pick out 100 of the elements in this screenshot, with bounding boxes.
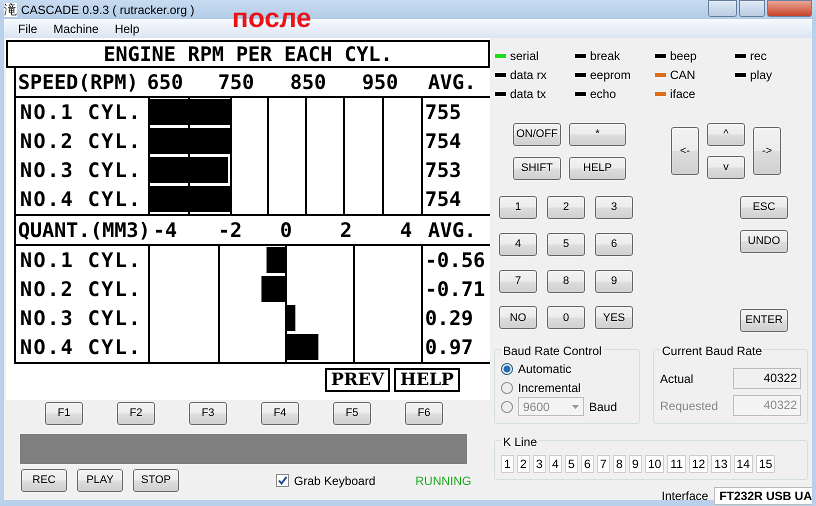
led-label: serial — [510, 48, 539, 65]
annotation-text: после — [232, 2, 312, 34]
menu-item[interactable]: File — [10, 20, 46, 38]
led-label: data tx — [510, 86, 546, 103]
key-button[interactable]: * — [569, 123, 626, 146]
radio-label: Incremental — [518, 380, 581, 396]
keypad-button[interactable]: 5 — [547, 232, 585, 256]
keypad-button[interactable]: 4 — [499, 232, 537, 256]
radio-button[interactable] — [501, 362, 513, 374]
row-label: NO.3 CYL. — [19, 157, 143, 184]
k-line-indicator: 14 — [734, 455, 753, 473]
axis-tick: 850 — [290, 69, 326, 96]
field-label: Requested — [660, 398, 718, 414]
key-button[interactable]: SHIFT — [513, 157, 561, 180]
unit-label: Baud — [589, 398, 618, 416]
arrow-key-button[interactable]: ^ — [707, 123, 745, 146]
arrow-key-button[interactable]: <- — [671, 127, 699, 175]
readout-field: 40322 — [733, 395, 801, 416]
interface-field: FT232R USB UA — [714, 487, 812, 505]
key-button[interactable]: UNDO — [740, 230, 788, 253]
k-line-indicator: 1 — [501, 455, 514, 473]
row-label: NO.1 CYL. — [19, 99, 143, 126]
k-line-indicator: 3 — [533, 455, 546, 473]
status-text: RUNNING — [415, 472, 472, 490]
keypad-button[interactable]: 8 — [547, 270, 585, 292]
window-title: CASCADE 0.9.3 ( rutracker.org ) — [21, 2, 194, 18]
function-key-button[interactable]: F1 — [45, 402, 83, 425]
menu-item[interactable]: Help — [106, 20, 148, 38]
axis-label: QUANT.(MM3) — [18, 217, 150, 244]
record-button[interactable]: REC — [21, 469, 67, 492]
grab-keyboard-checkbox[interactable] — [276, 474, 289, 487]
axis-tick: 950 — [362, 69, 398, 96]
axis-tick: 650 — [147, 69, 184, 96]
key-button[interactable]: ESC — [740, 196, 788, 219]
k-line-indicator: 10 — [645, 455, 664, 473]
keypad-button[interactable]: 1 — [499, 196, 537, 219]
k-line-indicator: 2 — [517, 455, 530, 473]
row-value: 755 — [424, 99, 462, 126]
field-label: Actual — [660, 370, 694, 388]
row-value: 0.97 — [424, 334, 474, 361]
function-key-button[interactable]: F5 — [333, 402, 371, 425]
k-line-indicator: 8 — [613, 455, 626, 473]
row-label: NO.2 CYL. — [19, 276, 143, 303]
arrow-key-button[interactable]: v — [707, 156, 745, 179]
column-header: AVG. — [428, 217, 476, 244]
close-button[interactable] — [767, 0, 812, 17]
function-key-button[interactable]: F3 — [189, 402, 227, 425]
radio-label: Automatic — [518, 360, 572, 378]
record-button[interactable]: PLAY — [77, 469, 123, 492]
arrow-key-button[interactable]: -> — [753, 127, 781, 175]
led-label: echo — [590, 86, 616, 103]
led-label: data rx — [510, 67, 547, 84]
caret-icon — [572, 404, 579, 408]
keypad-button[interactable]: 3 — [595, 196, 633, 219]
function-key-button[interactable]: F6 — [405, 402, 443, 425]
k-line-indicator: 5 — [565, 455, 578, 473]
keypad-button[interactable]: 7 — [499, 270, 537, 292]
row-label: NO.4 CYL. — [19, 186, 143, 213]
minimize-button[interactable] — [708, 0, 737, 17]
row-label: NO.2 CYL. — [19, 128, 143, 155]
key-button[interactable]: ON/OFF — [513, 123, 561, 146]
k-line-indicator: 12 — [688, 455, 708, 473]
axis-label: SPEED(RPM) — [18, 69, 138, 96]
keypad-button[interactable]: 2 — [547, 196, 585, 219]
row-label: NO.4 CYL. — [19, 334, 143, 361]
led-label: beep — [670, 48, 697, 65]
axis-tick: 2 — [340, 217, 352, 244]
axis-tick: -2 — [218, 217, 242, 244]
keypad-button[interactable]: YES — [595, 306, 633, 330]
k-line-indicator: 4 — [549, 455, 562, 473]
row-value: 754 — [424, 128, 462, 155]
row-value: 0.29 — [424, 305, 474, 332]
function-key-button[interactable]: F4 — [261, 402, 299, 425]
k-line-indicator: 7 — [597, 455, 610, 473]
axis-tick: 4 — [400, 217, 412, 244]
axis-tick: -4 — [153, 217, 178, 244]
row-value: -0.56 — [424, 247, 486, 274]
k-line-indicator: 9 — [629, 455, 642, 473]
keypad-button[interactable]: 0 — [547, 306, 585, 330]
keypad-button[interactable]: NO — [499, 306, 537, 330]
readout-field: 40322 — [733, 368, 801, 389]
display-title: ENGINE RPM PER EACH CYL. — [6, 40, 490, 68]
maximize-button[interactable] — [739, 0, 765, 17]
row-value: 754 — [424, 186, 462, 213]
radio-button[interactable] — [501, 400, 513, 412]
k-line-indicator: 15 — [756, 455, 776, 473]
function-key-button[interactable]: F2 — [117, 402, 155, 425]
checkbox-label: Grab Keyboard — [294, 472, 376, 490]
led-label: eeprom — [590, 67, 631, 84]
keypad-button[interactable]: 6 — [595, 232, 633, 256]
k-line-indicator: 13 — [711, 455, 731, 473]
menu-item[interactable]: Machine — [45, 20, 107, 38]
radio-button[interactable] — [501, 382, 513, 394]
keypad-button[interactable]: 9 — [595, 270, 633, 292]
row-value: -0.71 — [424, 276, 486, 303]
key-button[interactable]: HELP — [569, 157, 626, 180]
record-button[interactable]: STOP — [133, 469, 179, 492]
key-button[interactable]: ENTER — [740, 309, 788, 332]
row-label: NO.3 CYL. — [19, 305, 143, 332]
row-value: 753 — [424, 157, 462, 184]
